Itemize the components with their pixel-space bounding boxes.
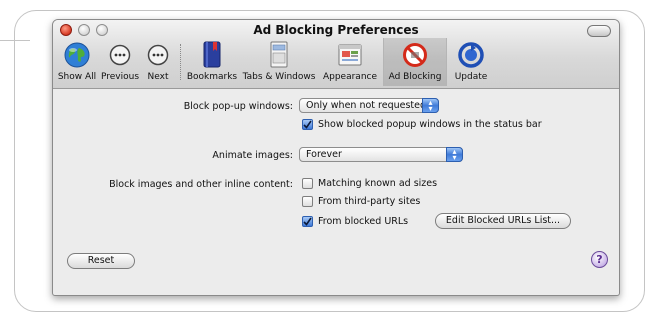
globe-icon [62, 40, 92, 70]
ad-blocking-pane: Block pop-up windows: Only when not requ… [53, 89, 619, 295]
reset-button[interactable]: Reset [67, 253, 135, 269]
callout-leader-line [0, 40, 30, 41]
blocked-urls-label: From blocked URLs [318, 216, 409, 227]
block-inline-label: Block images and other inline content: [109, 179, 293, 190]
appearance-icon [335, 40, 365, 70]
toolbar-label: Appearance [322, 72, 378, 82]
block-popups-value: Only when not requested [306, 100, 427, 111]
help-button[interactable]: ? [591, 251, 608, 268]
third-party-sites-checkbox[interactable] [302, 196, 313, 207]
bookmarks-icon [197, 40, 227, 70]
toolbar-separator [180, 44, 181, 80]
animate-images-select[interactable]: Forever ▴ ▾ [299, 147, 463, 162]
matching-ad-sizes-label: Matching known ad sizes [318, 178, 438, 189]
third-party-sites-row[interactable]: From third-party sites [302, 196, 420, 207]
tabs-windows-icon [264, 40, 294, 70]
no-ads-icon [400, 40, 430, 70]
show-blocked-popups-row[interactable]: Show blocked popup windows in the status… [302, 119, 542, 130]
show-blocked-popups-label: Show blocked popup windows in the status… [318, 119, 542, 130]
toolbar-label: Update [454, 72, 488, 82]
block-popups-select[interactable]: Only when not requested ▴ ▾ [299, 98, 439, 113]
title-bar: Ad Blocking Preferences Show All Previou… [53, 20, 619, 89]
animate-images-value: Forever [306, 149, 342, 160]
next-icon [143, 40, 173, 70]
edit-blocked-urls-button[interactable]: Edit Blocked URLs List... [435, 213, 571, 229]
toolbar-item-appearance[interactable]: Appearance [319, 38, 381, 86]
toolbar-label: Next [147, 72, 169, 82]
matching-ad-sizes-row[interactable]: Matching known ad sizes [302, 178, 437, 189]
window-title: Ad Blocking Preferences [253, 23, 419, 37]
show-blocked-popups-checkbox[interactable] [302, 119, 313, 130]
toolbar-label: Show All [57, 72, 97, 82]
blocked-urls-checkbox[interactable] [302, 216, 313, 227]
update-icon [456, 40, 486, 70]
block-popups-label: Block pop-up windows: [183, 101, 293, 112]
toolbar-item-ad-blocking[interactable]: Ad Blocking [383, 38, 447, 86]
toolbar-label: Previous [100, 72, 140, 82]
toolbar-label: Tabs & Windows [242, 72, 316, 82]
blocked-urls-row[interactable]: From blocked URLs [302, 216, 408, 227]
animate-images-label: Animate images: [212, 150, 293, 161]
toolbar-item-next[interactable]: Next [141, 38, 175, 86]
updown-arrows-icon: ▴ ▾ [422, 98, 439, 113]
toolbar-item-tabs-windows[interactable]: Tabs & Windows [241, 38, 317, 86]
toolbar-item-bookmarks[interactable]: Bookmarks [185, 38, 239, 86]
preferences-toolbar: Show All Previous Next Bookmarks Tabs & … [53, 38, 619, 86]
toolbar-item-show-all[interactable]: Show All [55, 38, 99, 86]
toolbar-item-previous[interactable]: Previous [99, 38, 141, 86]
matching-ad-sizes-checkbox[interactable] [302, 178, 313, 189]
preferences-window: Ad Blocking Preferences Show All Previou… [52, 19, 620, 296]
toolbar-label: Bookmarks [186, 72, 238, 82]
toolbar-label: Ad Blocking [388, 72, 442, 82]
toolbar-item-update[interactable]: Update [449, 38, 493, 86]
third-party-sites-label: From third-party sites [318, 196, 421, 207]
previous-icon [105, 40, 135, 70]
updown-arrows-icon: ▴ ▾ [446, 147, 463, 162]
toolbar-toggle-button[interactable] [587, 25, 611, 37]
